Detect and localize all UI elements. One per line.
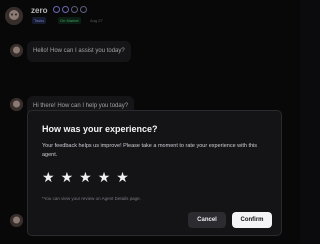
modal-title: How was your experience? (42, 124, 158, 134)
star-icon[interactable]: ★ (98, 170, 111, 184)
star-icon[interactable]: ★ (61, 170, 74, 184)
star-icon[interactable]: ★ (42, 170, 55, 184)
modal-description: Your feedback helps us improve! Please t… (42, 143, 258, 158)
review-note: *You can view your review on Agent Detai… (42, 196, 141, 201)
star-rating: ★ ★ ★ ★ ★ (42, 170, 129, 184)
star-icon[interactable]: ★ (79, 170, 92, 184)
star-icon[interactable]: ★ (116, 170, 129, 184)
feedback-modal: How was your experience? Your feedback h… (27, 110, 282, 236)
cancel-button[interactable]: Cancel (188, 212, 226, 228)
confirm-button[interactable]: Confirm (232, 212, 272, 228)
